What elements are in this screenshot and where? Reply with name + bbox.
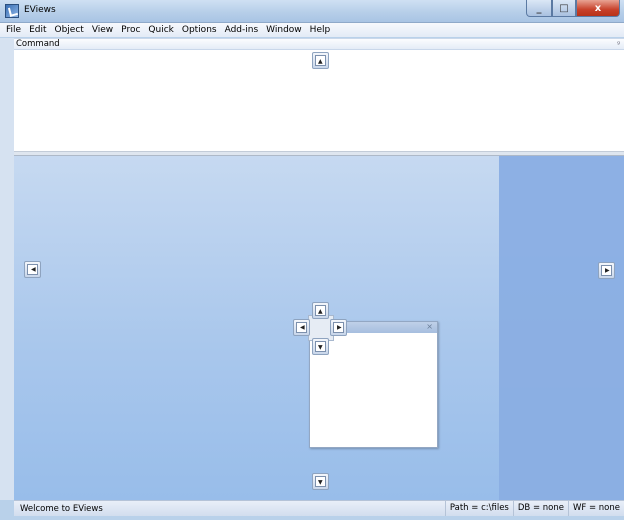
status-bar: Welcome to EViews Path = c:\files DB = n… [14, 500, 624, 516]
dock-center-top-guide[interactable]: ▲ [312, 302, 329, 319]
dock-bottom-icon: ▼ [315, 476, 326, 487]
dock-center-top-icon: ▲ [315, 305, 326, 316]
status-db[interactable]: DB = none [512, 501, 568, 516]
dock-top-icon: ▲ [315, 55, 326, 66]
dock-preview-highlight [499, 156, 624, 500]
dock-center-left-guide[interactable]: ◀ [293, 319, 310, 336]
dock-center-bottom-guide[interactable]: ▼ [312, 338, 329, 355]
dock-bottom-guide[interactable]: ▼ [312, 473, 329, 490]
dock-center-right-icon: ▶ [333, 322, 344, 333]
status-path[interactable]: Path = c:\files [444, 501, 513, 516]
maximize-button[interactable]: □ [552, 0, 576, 17]
status-message: Welcome to EViews [20, 504, 103, 514]
dock-left-guide[interactable]: ◀ [24, 261, 41, 278]
floating-window-close-icon[interactable]: × [426, 322, 433, 331]
menu-help[interactable]: Help [306, 25, 335, 35]
window-controls: _ □ x [526, 0, 620, 18]
window-title: EViews [24, 5, 56, 15]
dock-left-icon: ◀ [27, 264, 38, 275]
command-pane-header[interactable]: Command ᵍ [14, 38, 624, 50]
menu-object[interactable]: Object [51, 25, 88, 35]
status-cells: Path = c:\files DB = none WF = none [444, 501, 624, 516]
close-button[interactable]: x [576, 0, 620, 17]
menu-bar: File Edit Object View Proc Quick Options… [0, 23, 624, 37]
menu-edit[interactable]: Edit [25, 25, 50, 35]
menu-file[interactable]: File [2, 25, 25, 35]
minimize-button[interactable]: _ [526, 0, 552, 17]
command-title: Command [16, 39, 60, 49]
dock-center-bottom-icon: ▼ [315, 341, 326, 352]
dock-right-icon: ▶ [601, 265, 612, 276]
menu-proc[interactable]: Proc [117, 25, 144, 35]
menu-quick[interactable]: Quick [144, 25, 177, 35]
menu-add-ins[interactable]: Add-ins [221, 25, 263, 35]
menu-window[interactable]: Window [262, 25, 306, 35]
dock-center-left-icon: ◀ [296, 322, 307, 333]
dock-top-guide[interactable]: ▲ [312, 52, 329, 69]
dock-center-right-guide[interactable]: ▶ [330, 319, 347, 336]
menu-options[interactable]: Options [178, 25, 221, 35]
menu-view[interactable]: View [88, 25, 117, 35]
status-wf[interactable]: WF = none [567, 501, 624, 516]
dock-right-guide[interactable]: ▶ [598, 262, 615, 279]
pin-icon[interactable]: ᵍ [617, 40, 620, 48]
window-bottom-edge [0, 516, 624, 520]
left-frame-strip [0, 38, 14, 500]
title-bar: EViews _ □ x [0, 0, 624, 23]
eviews-app-icon[interactable] [5, 4, 19, 18]
